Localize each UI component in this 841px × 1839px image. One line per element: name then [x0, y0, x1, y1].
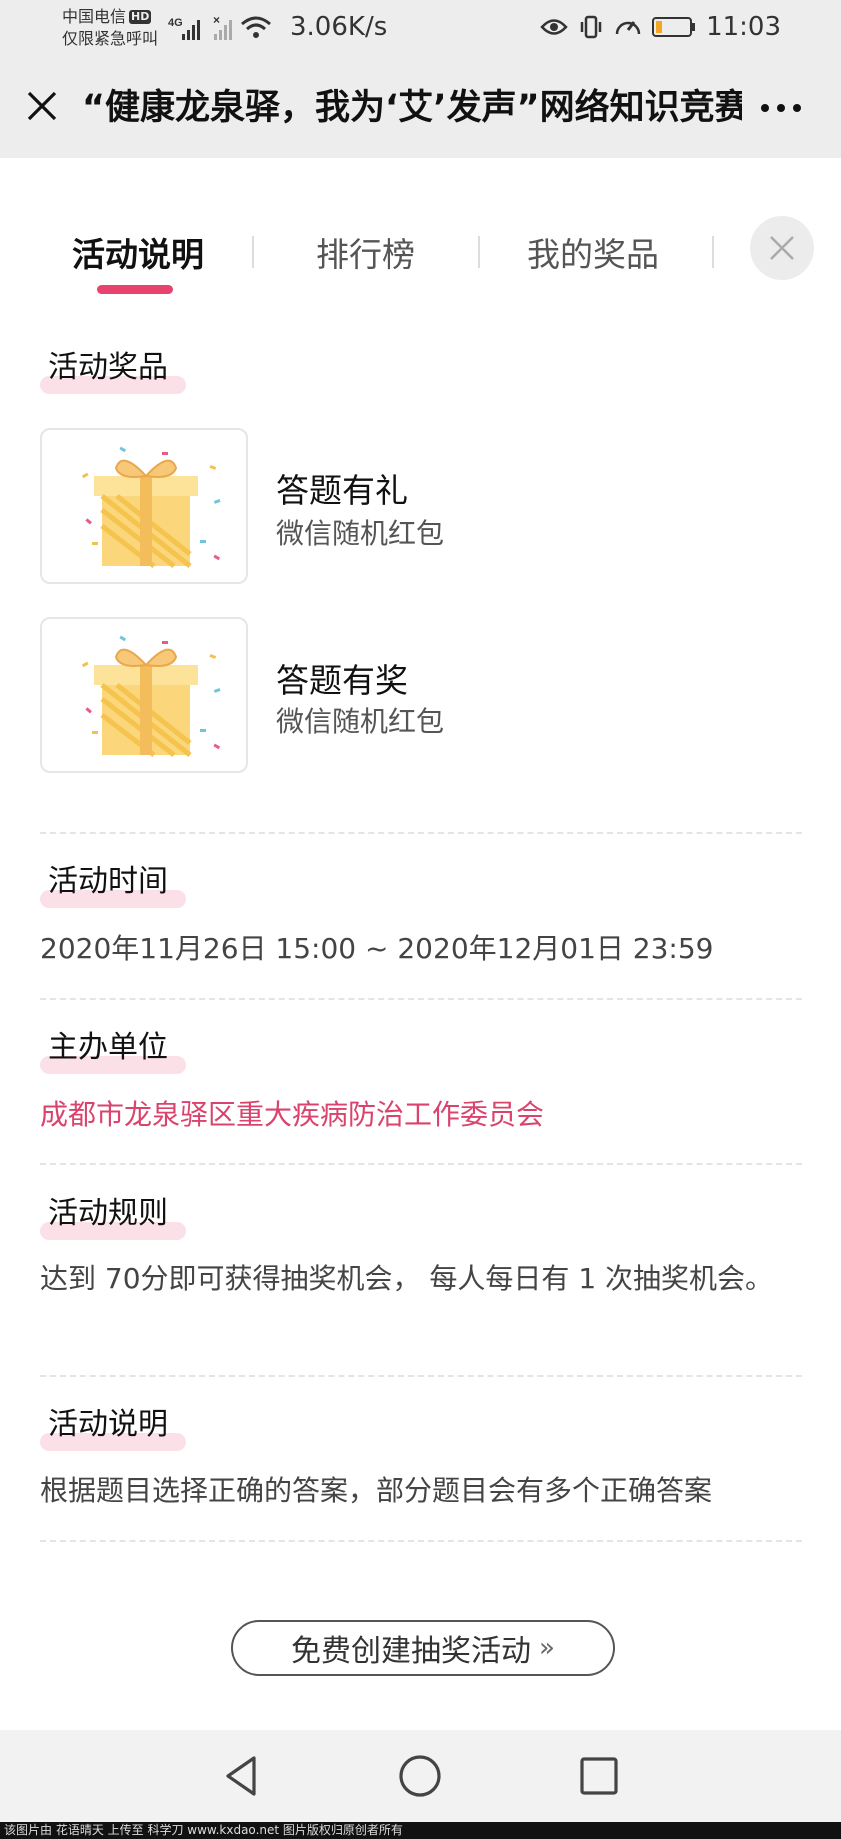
gift-box-icon [81, 446, 221, 568]
section-title-text: 活动时间 [48, 864, 168, 899]
tab-close-button[interactable] [750, 216, 814, 280]
signal-icons: 4G × [168, 12, 278, 48]
more-menu-icon[interactable] [761, 104, 801, 112]
gift-box-icon [81, 635, 221, 757]
tab-bar: 活动说明 排行榜 我的奖品 [0, 158, 841, 308]
section-title-organizer: 主办单位 [38, 1022, 186, 1074]
dot [777, 104, 785, 112]
tab-divider [712, 236, 714, 268]
prize-desc: 微信随机红包 [276, 705, 445, 738]
carrier-info: 中国电信 HD 仅限紧急呼叫 [62, 6, 158, 50]
prize-desc: 微信随机红包 [276, 517, 445, 550]
section-divider [40, 1375, 802, 1377]
rules-value: 达到 70分即可获得抽奖机会， 每人每日有 1 次抽奖机会。 [40, 1262, 774, 1295]
vibrate-icon [580, 15, 602, 39]
close-icon [770, 236, 794, 260]
section-divider [40, 1163, 802, 1165]
signal-icon: 4G × [168, 13, 271, 40]
section-title-text: 活动奖品 [48, 350, 168, 385]
close-icon[interactable] [26, 90, 58, 122]
prize-name: 答题有奖 [276, 661, 408, 700]
dot [761, 104, 769, 112]
section-title-prizes: 活动奖品 [38, 342, 186, 394]
organizer-value: 成都市龙泉驿区重大疾病防治工作委员会 [40, 1098, 545, 1131]
tab-leaderboard[interactable]: 排行榜 [316, 228, 415, 276]
section-title-description: 活动说明 [38, 1399, 186, 1451]
status-bar: 中国电信 HD 仅限紧急呼叫 4G × 3.06K/s 11:03 [0, 0, 841, 58]
clock: 11:03 [706, 12, 781, 42]
recents-square-icon[interactable] [571, 1748, 627, 1804]
page-title: “健康龙泉驿，我为‘艾’发声”网络知识竞赛 [82, 88, 742, 128]
tab-divider [252, 236, 254, 268]
section-divider [40, 832, 802, 834]
tab-activity-info[interactable]: 活动说明 [72, 228, 204, 276]
system-nav-bar [0, 1730, 841, 1822]
section-divider [40, 998, 802, 1000]
battery-icon [652, 17, 696, 37]
section-title-rules: 活动规则 [38, 1188, 186, 1240]
back-triangle-icon[interactable] [214, 1748, 270, 1804]
title-bar: “健康龙泉驿，我为‘艾’发声”网络知识竞赛 [0, 58, 841, 158]
tab-my-prizes[interactable]: 我的奖品 [527, 228, 659, 276]
watermark-text: 该图片由 花语晴天 上传至 科学刀 www.kxdao.net 图片版权归原创者… [0, 1822, 841, 1839]
create-lottery-label: 免费创建抽奖活动 [291, 1634, 532, 1669]
active-tab-indicator [97, 285, 173, 294]
carrier-name: 中国电信 [62, 7, 127, 26]
status-right: 11:03 [540, 12, 781, 42]
emergency-text: 仅限紧急呼叫 [62, 29, 159, 48]
create-lottery-button[interactable]: 免费创建抽奖活动 » [231, 1620, 615, 1676]
hd-badge: HD [129, 10, 152, 24]
activity-time-value: 2020年11月26日 15:00 ~ 2020年12月01日 23:59 [40, 932, 714, 965]
speedometer-icon [615, 21, 641, 35]
network-type: 4G [168, 17, 183, 29]
dot [793, 104, 801, 112]
prize-image-card [40, 617, 248, 773]
eye-icon [540, 19, 568, 35]
tab-divider [478, 236, 480, 268]
network-speed: 3.06K/s [290, 12, 388, 42]
section-title-text: 活动规则 [48, 1196, 168, 1231]
prize-name: 答题有礼 [276, 471, 408, 510]
prize-image-card [40, 428, 248, 584]
home-circle-icon[interactable] [392, 1748, 448, 1804]
description-value: 根据题目选择正确的答案，部分题目会有多个正确答案 [40, 1474, 713, 1507]
section-title-time: 活动时间 [38, 856, 186, 908]
svg-text:×: × [213, 13, 220, 27]
section-divider [40, 1540, 802, 1542]
double-chevron-icon: » [539, 1633, 555, 1663]
section-title-text: 主办单位 [48, 1030, 168, 1065]
section-title-text: 活动说明 [48, 1407, 168, 1442]
